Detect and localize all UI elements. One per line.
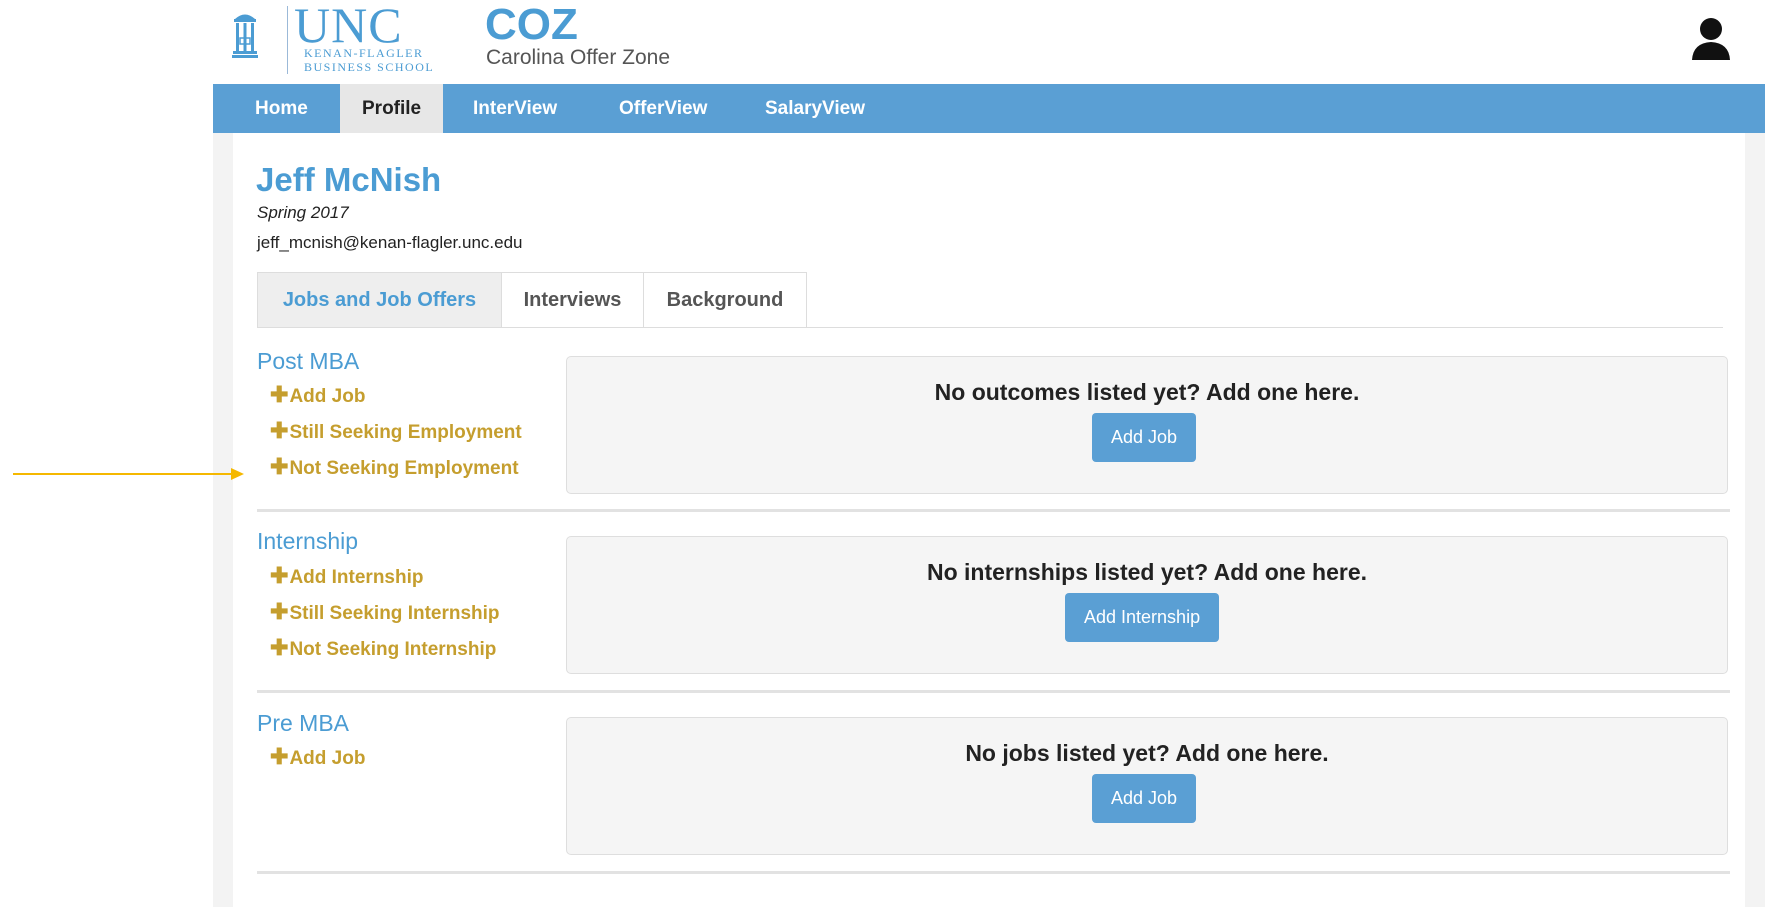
section-divider bbox=[257, 509, 1730, 512]
section-title-pre-mba: Pre MBA bbox=[257, 710, 350, 736]
profile-name: Jeff McNish bbox=[256, 161, 442, 198]
add-internship-button[interactable]: Add Internship bbox=[1065, 593, 1220, 642]
empty-message: No internships listed yet? Add one here. bbox=[926, 559, 1368, 585]
nav-interview[interactable]: InterView bbox=[451, 84, 579, 133]
plus-icon: ✚ bbox=[270, 382, 289, 407]
plus-icon: ✚ bbox=[270, 454, 289, 479]
plus-icon: ✚ bbox=[270, 599, 289, 624]
nav-home[interactable]: Home bbox=[233, 84, 330, 133]
add-pre-mba-job-link[interactable]: ✚Add Job bbox=[270, 745, 365, 771]
nav-salaryview[interactable]: SalaryView bbox=[743, 84, 887, 133]
plus-icon: ✚ bbox=[270, 744, 289, 769]
app-title: COZ bbox=[485, 0, 578, 49]
empty-message: No outcomes listed yet? Add one here. bbox=[934, 379, 1360, 405]
tab-background[interactable]: Background bbox=[643, 272, 807, 327]
panel-gutter-left bbox=[213, 133, 233, 907]
empty-message: No jobs listed yet? Add one here. bbox=[965, 740, 1329, 766]
add-pre-mba-job-button[interactable]: Add Job bbox=[1092, 774, 1197, 823]
section-divider bbox=[257, 871, 1730, 874]
school-name-line-2: BUSINESS SCHOOL bbox=[304, 60, 435, 74]
main-nav: Home Profile InterView OfferView SalaryV… bbox=[213, 84, 1765, 133]
plus-icon: ✚ bbox=[270, 635, 289, 660]
still-seeking-internship-link[interactable]: ✚Still Seeking Internship bbox=[270, 600, 500, 626]
internship-empty-state: No internships listed yet? Add one here.… bbox=[566, 536, 1728, 674]
section-title-internship: Internship bbox=[257, 528, 359, 554]
profile-term: Spring 2017 bbox=[257, 203, 349, 222]
unc-logo-text: UNC bbox=[294, 0, 403, 53]
header: UNC KENAN-FLAGLER BUSINESS SCHOOL COZ Ca… bbox=[0, 0, 1765, 84]
panel-gutter-right bbox=[1745, 133, 1765, 907]
post-mba-empty-state: No outcomes listed yet? Add one here. Ad… bbox=[566, 356, 1728, 494]
add-job-button[interactable]: Add Job bbox=[1092, 413, 1197, 462]
add-job-link[interactable]: ✚Add Job bbox=[270, 383, 365, 409]
not-seeking-internship-link[interactable]: ✚Not Seeking Internship bbox=[270, 636, 496, 662]
old-well-icon bbox=[232, 14, 258, 58]
still-seeking-employment-link[interactable]: ✚Still Seeking Employment bbox=[270, 419, 522, 445]
nav-offerview[interactable]: OfferView bbox=[597, 84, 729, 133]
pre-mba-empty-state: No jobs listed yet? Add one here. Add Jo… bbox=[566, 717, 1728, 855]
tab-jobs-and-job-offers[interactable]: Jobs and Job Offers bbox=[257, 272, 502, 327]
user-icon[interactable] bbox=[1690, 16, 1732, 62]
annotation-arrow-icon bbox=[13, 468, 244, 480]
section-title-post-mba: Post MBA bbox=[257, 348, 360, 374]
school-name-line-1: KENAN-FLAGLER bbox=[304, 46, 424, 60]
unc-kenan-flagler-logo: UNC KENAN-FLAGLER BUSINESS SCHOOL bbox=[290, 0, 460, 78]
logo-divider bbox=[287, 6, 288, 74]
section-divider bbox=[257, 690, 1730, 693]
app-subtitle: Carolina Offer Zone bbox=[486, 46, 671, 69]
plus-icon: ✚ bbox=[270, 418, 289, 443]
add-internship-link[interactable]: ✚Add Internship bbox=[270, 564, 424, 590]
profile-email: jeff_mcnish@kenan-flagler.unc.edu bbox=[257, 233, 523, 252]
nav-profile[interactable]: Profile bbox=[340, 84, 444, 133]
tab-interviews[interactable]: Interviews bbox=[501, 272, 644, 327]
profile-tabs: Jobs and Job Offers Interviews Backgroun… bbox=[257, 272, 1723, 328]
plus-icon: ✚ bbox=[270, 563, 289, 588]
not-seeking-employment-link[interactable]: ✚Not Seeking Employment bbox=[270, 455, 519, 481]
